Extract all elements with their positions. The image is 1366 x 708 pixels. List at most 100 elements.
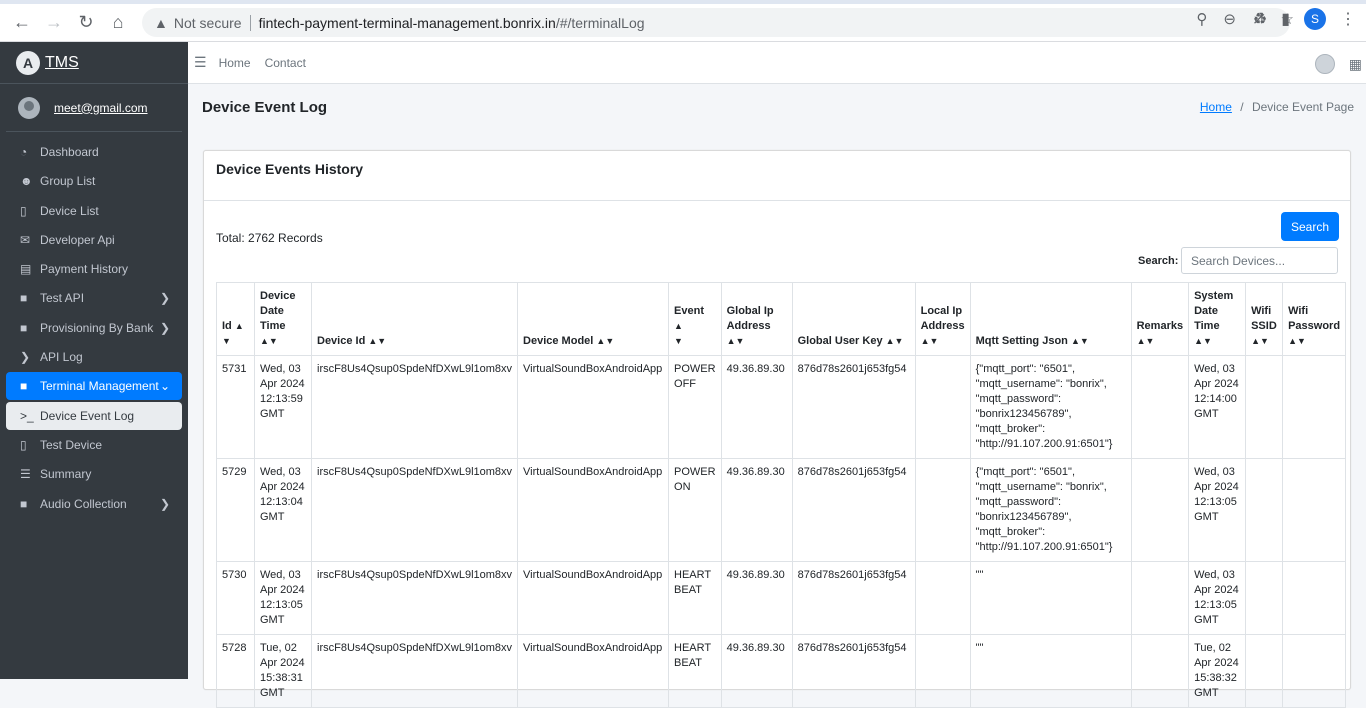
col-header-device-model[interactable]: Device Model ▲▼ xyxy=(517,282,670,356)
search-input[interactable] xyxy=(1181,247,1338,274)
not-secure-label: Not secure xyxy=(173,14,242,31)
cell-mqtt-json: "" xyxy=(969,561,1132,635)
brand-name[interactable]: TMS xyxy=(45,54,79,72)
sidebar-item-test-device[interactable]: ▯ Test Device xyxy=(6,431,182,459)
url-host: fintech-payment-terminal-management.bonr… xyxy=(258,14,556,31)
nav-home-link[interactable]: Home xyxy=(219,56,251,70)
col-header-device-date-time[interactable]: Device Date Time ▲▼ xyxy=(254,282,312,356)
home-icon[interactable]: ⌂ xyxy=(102,6,134,38)
col-header-label: System Date Time xyxy=(1194,290,1234,332)
cell-global-user-key: 876d78s2601j653fg54 xyxy=(791,355,916,459)
cell-wifi-password xyxy=(1282,634,1347,708)
col-header-event[interactable]: Event ▲ ▼ xyxy=(668,282,722,356)
forward-icon[interactable]: → xyxy=(38,6,70,38)
sort-icon[interactable]: ▲▼ xyxy=(886,336,904,346)
user-email-link[interactable]: meet@gmail.com xyxy=(54,101,148,115)
cell-wifi-ssid xyxy=(1245,634,1284,708)
sidebar-item-test-api[interactable]: ■ Test API ❯ xyxy=(6,284,182,312)
col-header-global-user-key[interactable]: Global User Key ▲▼ xyxy=(791,282,916,356)
cell-id: 5728 xyxy=(216,634,255,708)
sidebar-item-developer-api[interactable]: ✉ Developer Api xyxy=(6,226,182,254)
sidebar-item-label: Provisioning By Bank xyxy=(40,320,154,335)
extensions-icon[interactable]: ♻ xyxy=(1253,9,1267,29)
browser-toolbar: ← → ↻ ⌂ ▲ Not secure fintech-payment-ter… xyxy=(0,0,1366,42)
col-header-global-ip[interactable]: Global Ip Address ▲▼ xyxy=(720,282,793,356)
sidebar-item-provisioning-by-bank[interactable]: ■ Provisioning By Bank ❯ xyxy=(6,314,182,342)
sort-icon[interactable]: ▲▼ xyxy=(1288,336,1306,346)
sidebar-item-audio-collection[interactable]: ■ Audio Collection ❯ xyxy=(6,490,182,518)
sort-icon[interactable]: ▲▼ xyxy=(1194,336,1212,346)
col-header-label: Wifi SSID xyxy=(1251,305,1277,332)
sidebar-item-device-list[interactable]: ▯ Device List xyxy=(6,197,182,225)
apps-grid-icon[interactable]: ▦ xyxy=(1349,56,1362,73)
cell-device-model: VirtualSoundBoxAndroidApp xyxy=(517,634,670,708)
sort-icon[interactable]: ▲▼ xyxy=(674,321,683,346)
breadcrumb-separator: / xyxy=(1240,100,1244,114)
search-button[interactable]: Search xyxy=(1281,212,1339,241)
sidebar-item-payment-history[interactable]: ▤ Payment History xyxy=(6,255,182,283)
sidebar-item-device-event-log[interactable]: >_ Device Event Log xyxy=(6,401,182,430)
col-header-system-date-time[interactable]: System Date Time ▲▼ xyxy=(1188,282,1247,356)
sidebar-item-label: Terminal Management xyxy=(40,379,159,394)
col-header-remarks[interactable]: Remarks ▲▼ xyxy=(1130,282,1190,356)
col-header-device-id[interactable]: Device Id ▲▼ xyxy=(310,282,519,356)
cell-global-user-key: 876d78s2601j653fg54 xyxy=(791,458,916,562)
cell-mqtt-json: {"mqtt_port": "6501", "mqtt_username": "… xyxy=(969,355,1132,459)
hamburger-icon[interactable]: ☰ xyxy=(194,54,207,71)
profile-avatar[interactable]: S xyxy=(1304,8,1326,30)
sort-icon[interactable]: ▲▼ xyxy=(596,336,614,346)
col-header-label: Id xyxy=(222,320,232,332)
reload-icon[interactable]: ↻ xyxy=(70,6,102,38)
device-events-card: Device Events History Search Total: 2762… xyxy=(203,150,1351,708)
sidebar-item-label: Audio Collection xyxy=(40,496,127,511)
back-icon[interactable]: ← xyxy=(6,6,38,38)
sidebar-item-group-list[interactable]: ☻ Group List xyxy=(6,167,182,195)
table-row: 5731 Wed, 03 Apr 2024 12:13:59 GMT irscF… xyxy=(216,355,1347,459)
col-header-local-ip[interactable]: Local Ip Address ▲▼ xyxy=(914,282,971,356)
sort-icon[interactable]: ▲▼ xyxy=(1071,336,1089,346)
sort-icon[interactable]: ▲▼ xyxy=(1251,336,1269,346)
sort-icon[interactable]: ▲▼ xyxy=(1137,336,1155,346)
cell-event: HEART BEAT xyxy=(668,634,722,708)
col-header-wifi-password[interactable]: Wifi Password ▲▼ xyxy=(1282,282,1347,356)
sidebar-item-terminal-management[interactable]: ■ Terminal Management ⌄ xyxy=(6,372,182,401)
sort-icon[interactable]: ▲▼ xyxy=(921,336,939,346)
cell-mqtt-json: "" xyxy=(969,634,1132,708)
zoom-icon[interactable]: ⊖ xyxy=(1223,10,1236,28)
newspaper-icon: ▤ xyxy=(20,262,32,277)
search-label: Search: xyxy=(1138,255,1179,267)
users-icon: ☻ xyxy=(20,174,33,189)
sort-icon[interactable]: ▲▼ xyxy=(368,336,386,346)
menu-kebab-icon[interactable]: ⋮ xyxy=(1340,9,1356,29)
sidebar-item-label: Payment History xyxy=(40,262,129,277)
col-header-label: Global Ip Address xyxy=(726,305,774,332)
brand-link[interactable]: A TMS xyxy=(0,42,188,84)
key-icon[interactable]: ⚲ xyxy=(1196,10,1207,28)
cell-global-user-key: 876d78s2601j653fg54 xyxy=(791,634,916,708)
address-bar[interactable]: ▲ Not secure fintech-payment-terminal-ma… xyxy=(142,8,1290,37)
user-avatar xyxy=(18,96,40,119)
col-header-wifi-ssid[interactable]: Wifi SSID ▲▼ xyxy=(1245,282,1284,356)
navbar-avatar[interactable] xyxy=(1314,54,1335,74)
col-header-label: Wifi Password xyxy=(1288,305,1341,332)
col-header-mqtt-setting-json[interactable]: Mqtt Setting Json ▲▼ xyxy=(969,282,1132,356)
sidebar-item-label: API Log xyxy=(40,350,83,365)
col-header-label: Device Model xyxy=(523,335,594,347)
nav-contact-link[interactable]: Contact xyxy=(265,56,306,70)
sort-icon[interactable]: ▲▼ xyxy=(260,336,278,346)
url-text: fintech-payment-terminal-management.bonr… xyxy=(259,15,645,31)
sidebar-item-summary[interactable]: ☰ Summary xyxy=(6,460,182,488)
breadcrumb-current: Device Event Page xyxy=(1251,100,1354,114)
breadcrumb-home-link[interactable]: Home xyxy=(1200,100,1232,114)
table-row: 5728 Tue, 02 Apr 2024 15:38:31 GMT irscF… xyxy=(216,634,1347,708)
sidebar-item-dashboard[interactable]: ◔ Dashboard xyxy=(6,138,182,166)
cell-id: 5730 xyxy=(216,561,255,635)
sidebar-item-label: Dashboard xyxy=(40,145,99,159)
cell-wifi-ssid xyxy=(1245,458,1284,562)
col-header-id[interactable]: Id ▲ ▼ xyxy=(216,282,255,356)
side-panel-icon[interactable]: ▮ xyxy=(1281,9,1290,29)
sort-icon[interactable]: ▲▼ xyxy=(727,336,745,346)
sidebar-item-api-log[interactable]: ❯ API Log xyxy=(6,343,182,371)
cell-wifi-password xyxy=(1282,458,1347,562)
chevron-right-icon: ❯ xyxy=(159,291,170,306)
